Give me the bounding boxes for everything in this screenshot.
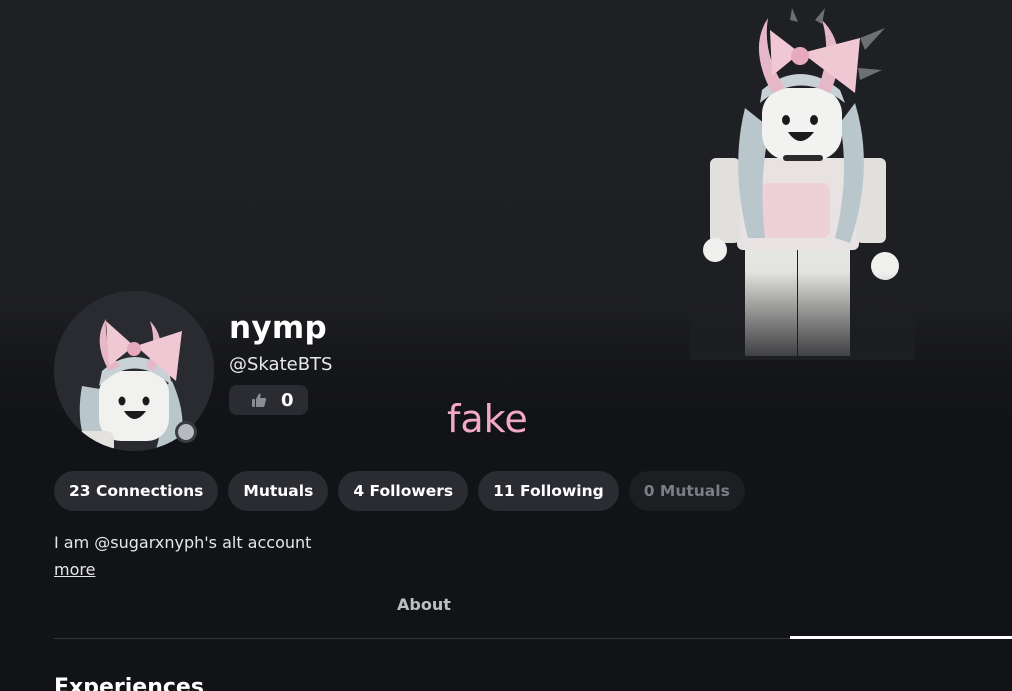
- presence-status-icon: [175, 421, 197, 443]
- like-count: 0: [281, 389, 294, 411]
- profile-stats-chips: 23 Connections Mutuals 4 Followers 11 Fo…: [54, 471, 745, 511]
- bio-more-link[interactable]: more: [54, 560, 95, 579]
- avatar-render-image: [690, 8, 915, 360]
- tab-about[interactable]: About: [397, 595, 451, 614]
- followers-chip[interactable]: 4 Followers: [338, 471, 469, 511]
- connections-chip[interactable]: 23 Connections: [54, 471, 219, 511]
- experiences-heading: Experiences: [54, 675, 204, 691]
- zero-mutuals-chip[interactable]: 0 Mutuals: [628, 471, 745, 511]
- profile-bio: I am @sugarxnyph's alt account: [54, 533, 312, 552]
- tab-active-indicator: [790, 636, 1012, 639]
- mutuals-chip[interactable]: Mutuals: [228, 471, 329, 511]
- thumbs-up-icon: [252, 393, 267, 407]
- like-button[interactable]: 0: [229, 385, 308, 415]
- username: @SkateBTS: [229, 354, 333, 375]
- profile-page: nymp @SkateBTS 0 fake 23 Connections Mut…: [0, 0, 1012, 691]
- overlay-text: fake: [447, 397, 528, 441]
- following-chip[interactable]: 11 Following: [478, 471, 619, 511]
- display-name: nymp: [229, 310, 327, 346]
